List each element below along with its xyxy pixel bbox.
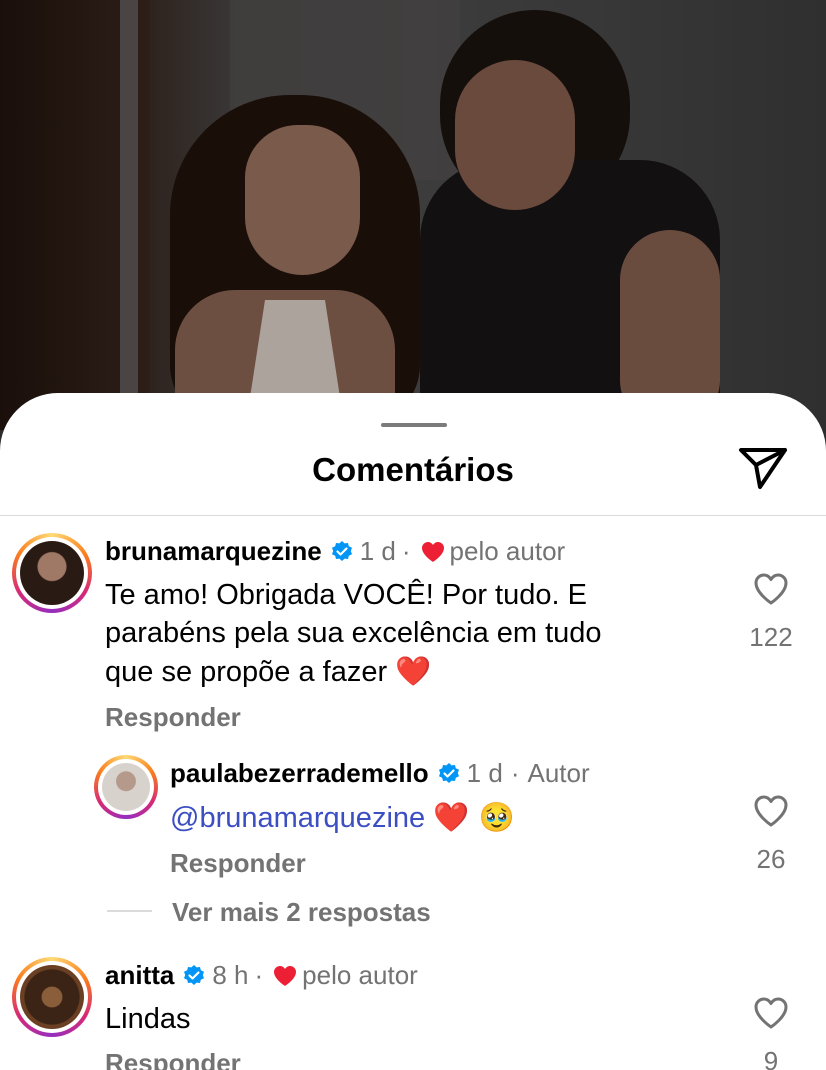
sheet-title: Comentários (312, 451, 514, 488)
like-count: 26 (756, 844, 786, 874)
comment-badge: pelo autor (449, 536, 566, 566)
reply-button[interactable]: Responder (170, 848, 306, 879)
avatar[interactable] (12, 957, 92, 1037)
like-heart-icon[interactable] (753, 996, 789, 1030)
verified-badge-icon (331, 540, 352, 561)
comment-badge: pelo autor (302, 960, 418, 990)
liked-by-author-heart-icon (274, 965, 297, 986)
comment-meta: paulabezerrademello 1 d · Autor (170, 758, 590, 789)
reply-button[interactable]: Responder (105, 702, 241, 733)
comment-time: 8 h (212, 960, 249, 990)
verified-badge-icon (438, 762, 459, 783)
comment-text-line: parabéns pela sua excelência em tudo (105, 617, 602, 649)
drag-handle[interactable] (381, 423, 447, 427)
comment-text: Te amo! Obrigada VOCÊ! Por tudo. E parab… (105, 576, 705, 691)
comment-text: Lindas (105, 1003, 191, 1035)
comment-text: @brunamarquezine ❤️ 🥹 (170, 798, 710, 837)
photo-person-left-face (245, 125, 360, 275)
like-count: 9 (763, 1046, 779, 1070)
comment-text-line: que se propõe a fazer (105, 656, 388, 688)
heart-emoji: ❤️ (395, 654, 432, 688)
liked-by-author-heart-icon (421, 541, 444, 562)
like-heart-icon[interactable] (753, 572, 789, 606)
view-more-replies-button[interactable]: Ver mais 2 respostas (172, 897, 431, 928)
comment-badge: Autor (527, 758, 590, 788)
comment-text-line: Te amo! Obrigada VOCÊ! Por tudo. E (105, 579, 587, 611)
comment-meta: anitta 8 h · pelo autor (105, 960, 418, 991)
avatar[interactable] (12, 533, 92, 613)
send-icon[interactable] (736, 445, 790, 491)
avatar[interactable] (94, 755, 158, 819)
like-heart-icon[interactable] (753, 794, 789, 828)
comment-meta: brunamarquezine 1 d · pelo autor (105, 536, 565, 567)
meta-separator: · (510, 758, 520, 788)
meta-separator: · (254, 960, 264, 990)
comment-username[interactable]: paulabezerrademello (170, 758, 429, 789)
comment-username[interactable]: anitta (105, 960, 174, 991)
post-photo-background (0, 0, 826, 430)
comment-username[interactable]: brunamarquezine (105, 536, 322, 567)
photo-door-frame (120, 0, 138, 430)
reply-emoji: ❤️ 🥹 (433, 800, 515, 834)
thread-line (107, 910, 152, 912)
comments-sheet: Comentários brunamarquezine 1 d · pelo a… (0, 393, 826, 1070)
verified-badge-icon (184, 964, 205, 985)
photo-person-right-face (455, 60, 575, 210)
like-count: 122 (749, 622, 793, 652)
comment-time: 1 d (466, 758, 503, 788)
reply-button[interactable]: Responder (105, 1048, 241, 1070)
comment-time: 1 d (359, 536, 396, 566)
header-divider (0, 515, 826, 516)
mention-link[interactable]: @brunamarquezine (170, 802, 425, 834)
meta-separator: · (401, 536, 411, 566)
